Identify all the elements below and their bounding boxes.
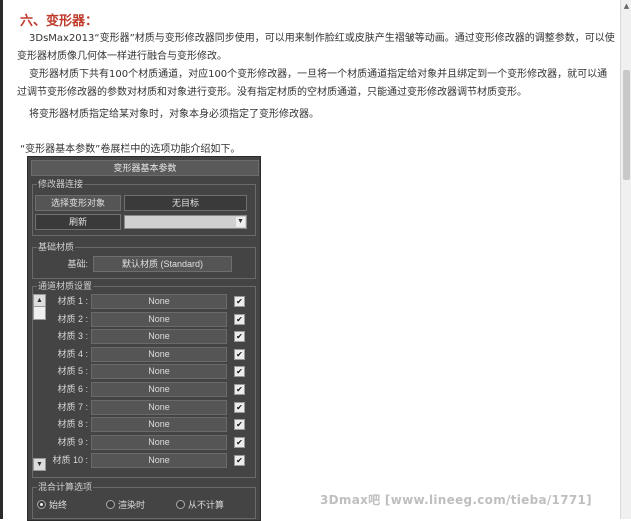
window-left-edge bbox=[0, 0, 3, 519]
refresh-button[interactable]: 刷新 bbox=[35, 214, 121, 230]
group-label-channels: 通道材质设置 bbox=[37, 280, 94, 292]
scroll-up-arrow-icon[interactable]: ▲ bbox=[623, 2, 630, 10]
section-heading: 六、变形器： bbox=[20, 14, 99, 29]
chevron-down-icon[interactable]: ▼ bbox=[236, 217, 245, 227]
channel-label: 材质 5 : bbox=[57, 366, 88, 376]
radio-label: 始终 bbox=[49, 500, 68, 510]
channel-material-button[interactable]: None bbox=[91, 453, 227, 468]
radio-when-rendering[interactable]: 渲染时 bbox=[106, 498, 145, 511]
channel-label: 材质 6 : bbox=[57, 384, 88, 394]
no-target-button[interactable]: 无目标 bbox=[124, 195, 247, 211]
channel-material-button[interactable]: None bbox=[91, 364, 227, 379]
select-morph-object-button[interactable]: 选择变形对象 bbox=[35, 195, 121, 211]
channel-enable-checkbox[interactable]: ✔ bbox=[234, 384, 245, 395]
channel-label: 材质 3 : bbox=[57, 331, 88, 341]
panel-caption: “变形器基本参数”卷展栏中的选项功能介绍如下。 bbox=[20, 144, 241, 155]
scrollbar-thumb[interactable] bbox=[623, 70, 630, 180]
base-label: 基础: bbox=[67, 259, 88, 269]
channel-material-button[interactable]: None bbox=[91, 382, 227, 397]
channel-enable-checkbox[interactable]: ✔ bbox=[234, 349, 245, 360]
channel-material-button[interactable]: None bbox=[91, 400, 227, 415]
channel-label: 材质 1 : bbox=[57, 296, 88, 306]
channel-label: 材质 8 : bbox=[57, 419, 88, 429]
morph-target-dropdown[interactable]: ▼ bbox=[124, 215, 247, 229]
channel-enable-checkbox[interactable]: ✔ bbox=[234, 402, 245, 413]
radio-never-calculate[interactable]: 从不计算 bbox=[176, 498, 224, 511]
group-label-base: 基础材质 bbox=[37, 241, 76, 253]
channel-material-button[interactable]: None bbox=[91, 417, 227, 432]
channel-enable-checkbox[interactable]: ✔ bbox=[234, 314, 245, 325]
channel-material-button[interactable]: None bbox=[91, 329, 227, 344]
radio-label: 从不计算 bbox=[188, 500, 225, 510]
radio-always[interactable]: 始终 bbox=[37, 498, 67, 511]
channel-enable-checkbox[interactable]: ✔ bbox=[234, 366, 245, 377]
paragraph-intro: 3DsMax2013“变形器”材质与变形修改器同步使用，可以用来制作脸红或皮肤产… bbox=[17, 33, 615, 62]
channel-label: 材质 4 : bbox=[57, 349, 88, 359]
channel-enable-checkbox[interactable]: ✔ bbox=[234, 455, 245, 466]
channel-enable-checkbox[interactable]: ✔ bbox=[234, 419, 245, 430]
channel-label: 材质 2 : bbox=[57, 314, 88, 324]
paragraph-channels: 变形器材质下共有100个材质通道，对应100个变形修改器，一旦将一个材质通道指定… bbox=[17, 69, 608, 98]
channel-enable-checkbox[interactable]: ✔ bbox=[234, 296, 245, 307]
channel-label: 材质 9 : bbox=[57, 437, 88, 447]
morpher-rollout-panel: 变形器基本参数 修改器连接 选择变形对象 无目标 刷新 ▼ 基础材质 基础: 默… bbox=[27, 156, 261, 521]
group-label-mix: 混合计算选项 bbox=[37, 481, 94, 493]
page-scrollbar[interactable]: ▲ bbox=[620, 0, 631, 519]
radio-label: 渲染时 bbox=[118, 500, 146, 510]
channel-material-button[interactable]: None bbox=[91, 312, 227, 327]
channel-label: 材质 7 : bbox=[57, 402, 88, 412]
channel-material-button[interactable]: None bbox=[91, 435, 227, 450]
radio-dot-selected[interactable] bbox=[37, 500, 46, 509]
radio-dot[interactable] bbox=[176, 500, 185, 509]
group-label-modifier: 修改器连接 bbox=[37, 178, 85, 190]
channel-enable-checkbox[interactable]: ✔ bbox=[234, 331, 245, 342]
base-material-button[interactable]: 默认材质 (Standard) bbox=[93, 256, 232, 272]
channel-label: 材质 10 : bbox=[52, 455, 88, 465]
rollout-title[interactable]: 变形器基本参数 bbox=[31, 160, 259, 176]
paragraph-note: 将变形器材质指定给某对象时，对象本身必须指定了变形修改器。 bbox=[29, 109, 319, 120]
channel-material-button[interactable]: None bbox=[91, 347, 227, 362]
channel-material-button[interactable]: None bbox=[91, 294, 227, 309]
channel-enable-checkbox[interactable]: ✔ bbox=[234, 437, 245, 448]
radio-dot[interactable] bbox=[106, 500, 115, 509]
watermark-text: 3Dmax吧 [www.lineeg.com/tieba/1771] bbox=[320, 493, 592, 507]
